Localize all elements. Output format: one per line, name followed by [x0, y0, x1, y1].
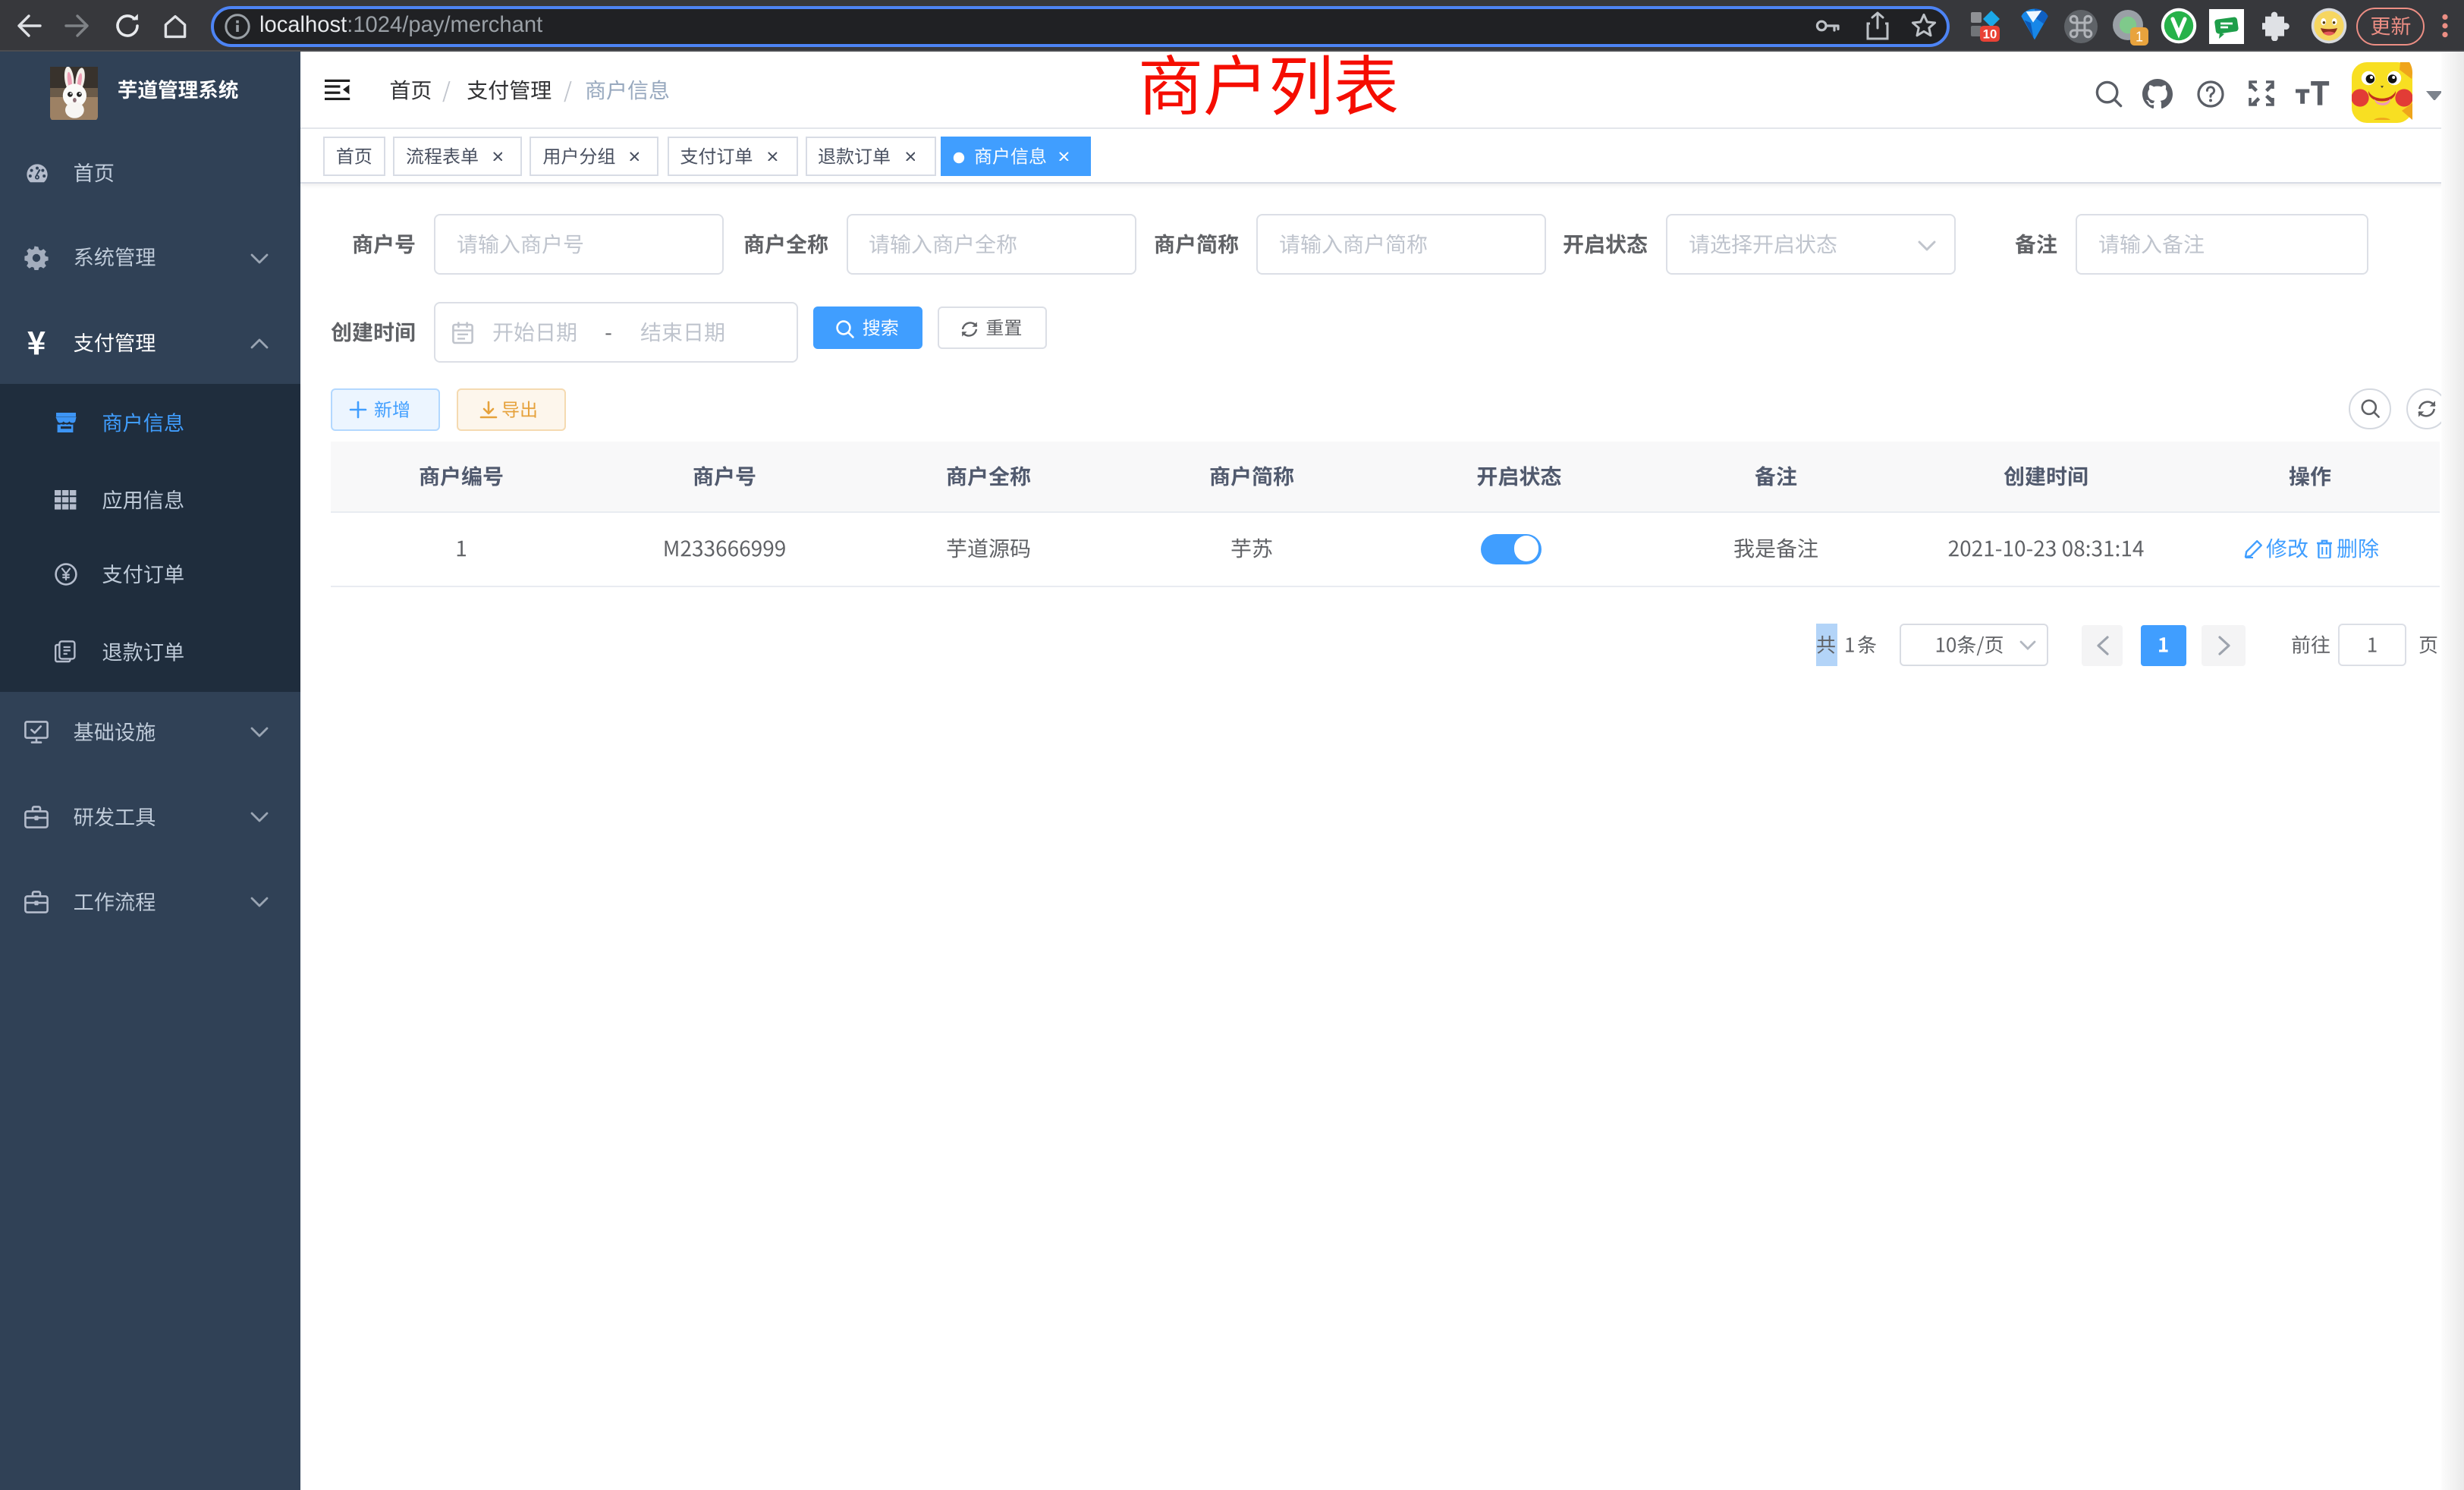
svg-text:1: 1: [2136, 29, 2143, 44]
svg-text:10: 10: [1983, 27, 1997, 42]
